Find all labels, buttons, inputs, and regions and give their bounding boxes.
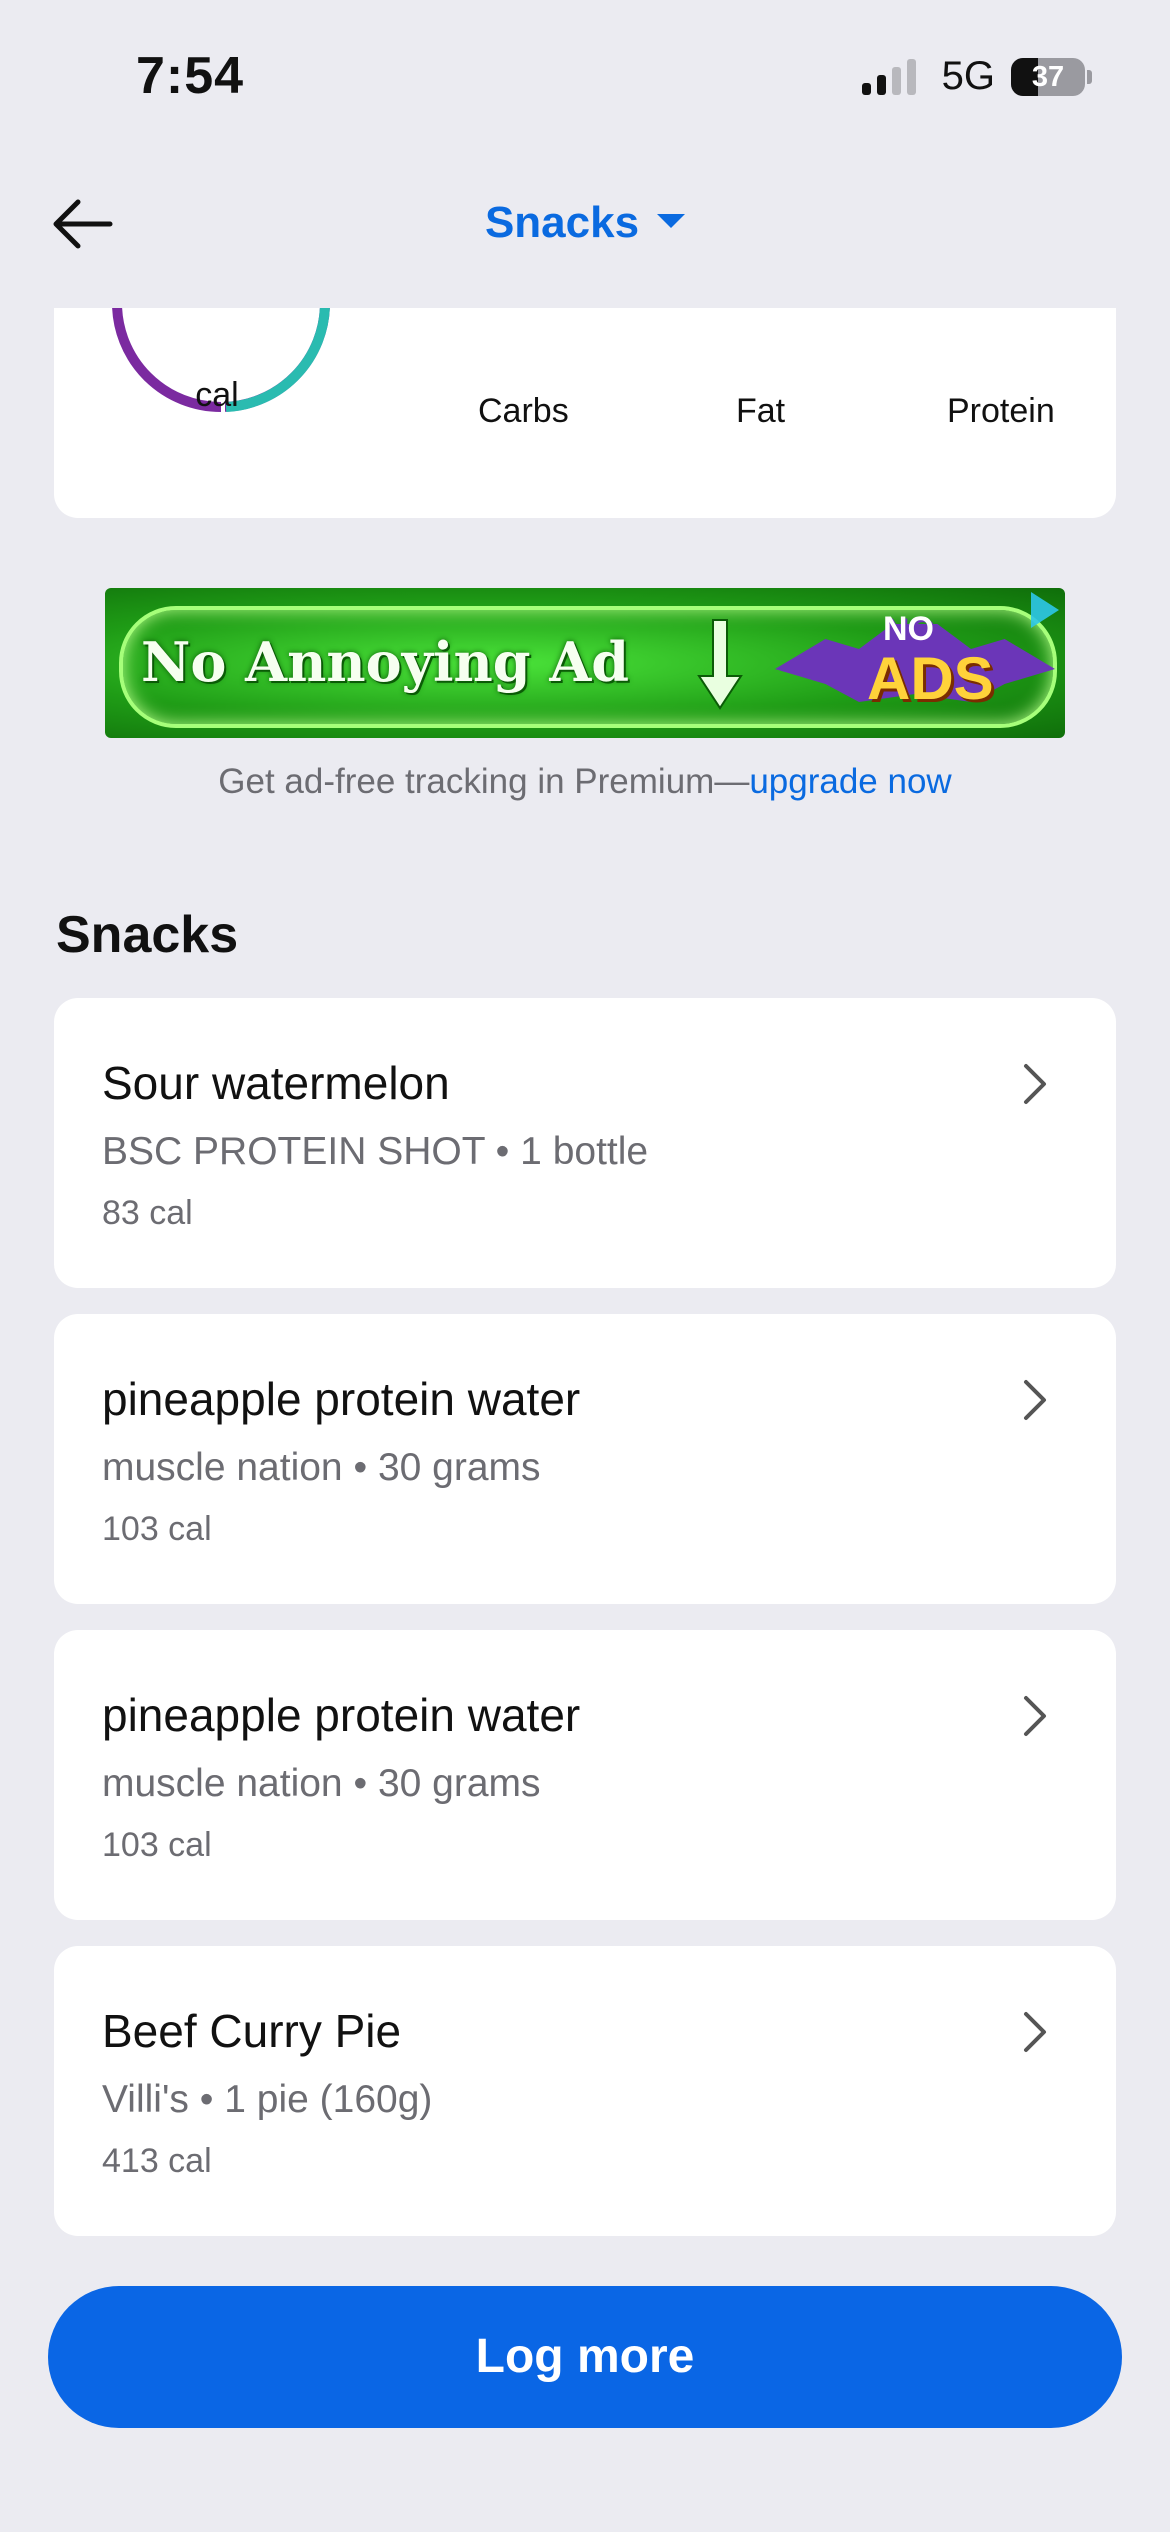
food-brand: muscle nation [102,1762,343,1805]
food-meta: Villi's • 1 pie (160g) [102,2078,433,2121]
chevron-right-icon [1024,1696,1046,1736]
battery-icon: 37 [1011,57,1085,96]
nutrition-summary-card: cal Carbs Fat Protein [54,308,1116,518]
macro-carbs-label: Carbs [478,392,569,430]
food-meta: muscle nation • 30 grams [102,1446,541,1489]
food-name: pineapple protein water [102,1373,581,1425]
badge-ads-text: ADS [867,645,994,712]
signal-icon [861,58,916,95]
meal-selector[interactable]: Snacks [0,198,1170,248]
premium-upsell: Get ad-free tracking in Premium—upgrade … [0,762,1170,802]
food-item-card[interactable]: pineapple protein water muscle nation • … [54,1314,1116,1604]
no-ads-badge: NO ADS [775,602,1055,726]
caret-down-icon [657,214,686,229]
status-indicators: 5G 37 [861,54,1092,99]
battery-percent: 37 [1031,60,1065,93]
food-serving: 30 grams [377,1762,541,1805]
calorie-ring-label: cal [195,376,239,414]
down-arrow-icon [697,619,743,710]
status-time: 7:54 [136,47,245,105]
chevron-right-icon [1024,2012,1046,2052]
meal-selector-label: Snacks [484,198,640,247]
macro-fat-label: Fat [736,392,786,430]
food-serving: 30 grams [377,1446,541,1489]
food-calories: 103 cal [102,1826,212,1864]
upsell-text: Get ad-free tracking in Premium— [218,762,750,801]
battery-tip [1087,69,1092,84]
food-name: Beef Curry Pie [102,2005,402,2057]
food-calories: 103 cal [102,1510,212,1548]
ad-text: No Annoying Ad [141,630,629,694]
food-item-card[interactable]: Beef Curry Pie Villi's • 1 pie (160g) 41… [54,1946,1116,2236]
network-label: 5G [941,54,995,98]
food-item-card[interactable]: pineapple protein water muscle nation • … [54,1630,1116,1920]
food-brand: BSC PROTEIN SHOT [102,1130,485,1173]
food-name: pineapple protein water [102,1689,581,1741]
food-meta: BSC PROTEIN SHOT • 1 bottle [102,1130,649,1173]
food-meta: muscle nation • 30 grams [102,1762,541,1805]
log-more-button[interactable]: Log more [48,2286,1122,2428]
food-serving: 1 pie (160g) [224,2078,433,2121]
ad-banner[interactable]: No Annoying Ad NO ADS [105,588,1065,738]
chevron-right-icon [1024,1380,1046,1420]
macro-protein-label: Protein [947,392,1055,430]
food-item-card[interactable]: Sour watermelon BSC PROTEIN SHOT • 1 bot… [54,998,1116,1288]
chevron-right-icon [1024,1064,1046,1104]
food-brand: Villi's [102,2078,189,2121]
section-title: Snacks [56,906,239,964]
food-calories: 83 cal [102,1194,193,1232]
ad-choices-icon[interactable] [1031,592,1059,628]
food-brand: muscle nation [102,1446,343,1489]
upgrade-link[interactable]: upgrade now [749,762,951,801]
summary-card-clip: cal Carbs Fat Protein [0,308,1170,518]
food-serving: 1 bottle [520,1130,649,1173]
food-calories: 413 cal [102,2142,212,2180]
food-name: Sour watermelon [102,1057,450,1109]
